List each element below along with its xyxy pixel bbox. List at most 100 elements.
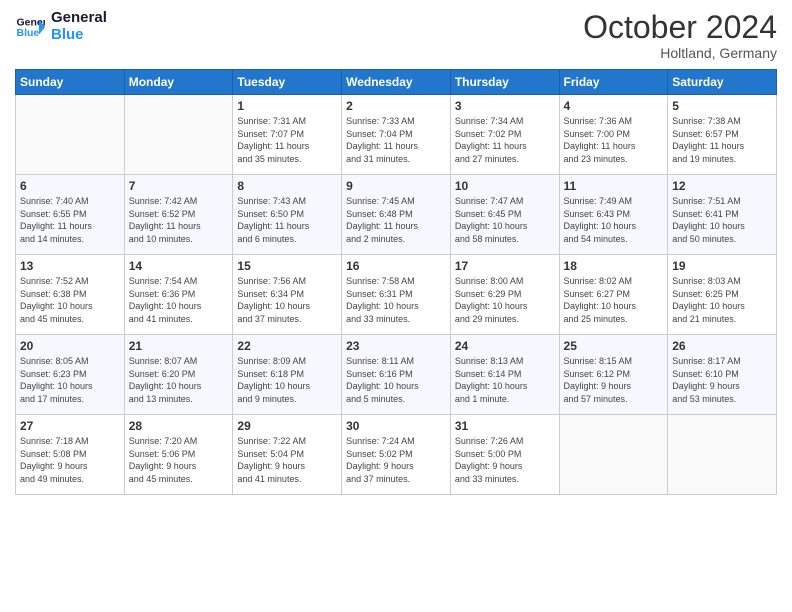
- day-number: 16: [346, 259, 446, 273]
- day-detail: Sunrise: 7:54 AM Sunset: 6:36 PM Dayligh…: [129, 275, 229, 325]
- day-detail: Sunrise: 7:18 AM Sunset: 5:08 PM Dayligh…: [20, 435, 120, 485]
- day-number: 13: [20, 259, 120, 273]
- day-detail: Sunrise: 7:52 AM Sunset: 6:38 PM Dayligh…: [20, 275, 120, 325]
- day-number: 23: [346, 339, 446, 353]
- calendar-cell: 19Sunrise: 8:03 AM Sunset: 6:25 PM Dayli…: [668, 255, 777, 335]
- day-detail: Sunrise: 7:36 AM Sunset: 7:00 PM Dayligh…: [564, 115, 664, 165]
- calendar-cell: 14Sunrise: 7:54 AM Sunset: 6:36 PM Dayli…: [124, 255, 233, 335]
- calendar-cell: 26 Sunrise: 8:17 AM Sunset: 6:10 PM Dayli…: [668, 335, 777, 415]
- calendar-cell: 24 Sunrise: 8:13 AM Sunset: 6:14 PM Dayli…: [450, 335, 559, 415]
- calendar-cell: 29Sunrise: 7:22 AM Sunset: 5:04 PM Dayli…: [233, 415, 342, 495]
- day-number: 25: [564, 339, 664, 353]
- day-detail: Sunrise: 7:33 AM Sunset: 7:04 PM Dayligh…: [346, 115, 446, 165]
- day-detail: Sunrise: 8:05 AM Sunset: 6:23 PM Dayligh…: [20, 355, 120, 405]
- calendar-cell: [124, 95, 233, 175]
- day-number: 21: [129, 339, 229, 353]
- day-number: 4: [564, 99, 664, 113]
- day-number: 1: [237, 99, 337, 113]
- day-detail: Sunrise: 8:09 AM Sunset: 6:18 PM Dayligh…: [237, 355, 337, 405]
- day-number: 5: [672, 99, 772, 113]
- month-title: October 2024: [583, 10, 777, 45]
- day-detail: Sunrise: 7:42 AM Sunset: 6:52 PM Dayligh…: [129, 195, 229, 245]
- calendar-cell: 11 Sunrise: 7:49 AM Sunset: 6:43 PM Dayli…: [559, 175, 668, 255]
- day-detail: Sunrise: 7:40 AM Sunset: 6:55 PM Dayligh…: [20, 195, 120, 245]
- calendar-cell: 20Sunrise: 8:05 AM Sunset: 6:23 PM Dayli…: [16, 335, 125, 415]
- calendar-cell: 17Sunrise: 8:00 AM Sunset: 6:29 PM Dayli…: [450, 255, 559, 335]
- day-detail: Sunrise: 7:43 AM Sunset: 6:50 PM Dayligh…: [237, 195, 337, 245]
- day-detail: Sunrise: 7:24 AM Sunset: 5:02 PM Dayligh…: [346, 435, 446, 485]
- day-number: 11: [564, 179, 664, 193]
- calendar-week-1: 1 Sunrise: 7:31 AM Sunset: 7:07 PM Daylig…: [16, 95, 777, 175]
- calendar-cell: 3Sunrise: 7:34 AM Sunset: 7:02 PM Daylig…: [450, 95, 559, 175]
- calendar-cell: 31Sunrise: 7:26 AM Sunset: 5:00 PM Dayli…: [450, 415, 559, 495]
- calendar-cell: 15Sunrise: 7:56 AM Sunset: 6:34 PM Dayli…: [233, 255, 342, 335]
- weekday-header-thursday: Thursday: [450, 70, 559, 95]
- page-container: General Blue General Blue October 2024 H…: [0, 0, 792, 505]
- day-detail: Sunrise: 7:49 AM Sunset: 6:43 PM Dayligh…: [564, 195, 664, 245]
- calendar-cell: 4 Sunrise: 7:36 AM Sunset: 7:00 PM Daylig…: [559, 95, 668, 175]
- header: General Blue General Blue October 2024 H…: [15, 10, 777, 61]
- day-detail: Sunrise: 8:13 AM Sunset: 6:14 PM Dayligh…: [455, 355, 555, 405]
- day-detail: Sunrise: 8:15 AM Sunset: 6:12 PM Dayligh…: [564, 355, 664, 405]
- weekday-header-saturday: Saturday: [668, 70, 777, 95]
- day-number: 12: [672, 179, 772, 193]
- weekday-header-sunday: Sunday: [16, 70, 125, 95]
- day-number: 7: [129, 179, 229, 193]
- calendar-week-3: 13 Sunrise: 7:52 AM Sunset: 6:38 PM Dayli…: [16, 255, 777, 335]
- day-detail: Sunrise: 7:45 AM Sunset: 6:48 PM Dayligh…: [346, 195, 446, 245]
- day-number: 8: [237, 179, 337, 193]
- day-number: 27: [20, 419, 120, 433]
- weekday-header-tuesday: Tuesday: [233, 70, 342, 95]
- weekday-header-friday: Friday: [559, 70, 668, 95]
- calendar-cell: 16 Sunrise: 7:58 AM Sunset: 6:31 PM Dayli…: [342, 255, 451, 335]
- calendar-cell: 28 Sunrise: 7:20 AM Sunset: 5:06 PM Dayli…: [124, 415, 233, 495]
- calendar-cell: 7 Sunrise: 7:42 AM Sunset: 6:52 PM Daylig…: [124, 175, 233, 255]
- day-detail: Sunrise: 7:31 AM Sunset: 7:07 PM Dayligh…: [237, 115, 337, 165]
- calendar-cell: 9 Sunrise: 7:45 AM Sunset: 6:48 PM Daylig…: [342, 175, 451, 255]
- logo-blue: Blue: [51, 27, 107, 44]
- day-detail: Sunrise: 8:00 AM Sunset: 6:29 PM Dayligh…: [455, 275, 555, 325]
- calendar-cell: 23Sunrise: 8:11 AM Sunset: 6:16 PM Dayli…: [342, 335, 451, 415]
- calendar-cell: 25 Sunrise: 8:15 AM Sunset: 6:12 PM Dayli…: [559, 335, 668, 415]
- day-number: 22: [237, 339, 337, 353]
- calendar-cell: [668, 415, 777, 495]
- calendar-cell: 12 Sunrise: 7:51 AM Sunset: 6:41 PM Dayli…: [668, 175, 777, 255]
- day-detail: Sunrise: 7:58 AM Sunset: 6:31 PM Dayligh…: [346, 275, 446, 325]
- calendar-cell: [16, 95, 125, 175]
- day-detail: Sunrise: 8:17 AM Sunset: 6:10 PM Dayligh…: [672, 355, 772, 405]
- calendar-cell: 6 Sunrise: 7:40 AM Sunset: 6:55 PM Daylig…: [16, 175, 125, 255]
- day-number: 9: [346, 179, 446, 193]
- weekday-header-row: SundayMondayTuesdayWednesdayThursdayFrid…: [16, 70, 777, 95]
- location: Holtland, Germany: [583, 45, 777, 61]
- day-detail: Sunrise: 7:34 AM Sunset: 7:02 PM Dayligh…: [455, 115, 555, 165]
- calendar-cell: 2 Sunrise: 7:33 AM Sunset: 7:04 PM Daylig…: [342, 95, 451, 175]
- day-number: 6: [20, 179, 120, 193]
- calendar-cell: 22 Sunrise: 8:09 AM Sunset: 6:18 PM Dayli…: [233, 335, 342, 415]
- calendar-week-5: 27 Sunrise: 7:18 AM Sunset: 5:08 PM Dayli…: [16, 415, 777, 495]
- day-detail: Sunrise: 7:51 AM Sunset: 6:41 PM Dayligh…: [672, 195, 772, 245]
- day-detail: Sunrise: 7:47 AM Sunset: 6:45 PM Dayligh…: [455, 195, 555, 245]
- day-number: 10: [455, 179, 555, 193]
- day-detail: Sunrise: 8:02 AM Sunset: 6:27 PM Dayligh…: [564, 275, 664, 325]
- day-number: 28: [129, 419, 229, 433]
- calendar-week-4: 20Sunrise: 8:05 AM Sunset: 6:23 PM Dayli…: [16, 335, 777, 415]
- calendar-cell: 8 Sunrise: 7:43 AM Sunset: 6:50 PM Daylig…: [233, 175, 342, 255]
- day-number: 26: [672, 339, 772, 353]
- day-detail: Sunrise: 7:20 AM Sunset: 5:06 PM Dayligh…: [129, 435, 229, 485]
- calendar-cell: 10 Sunrise: 7:47 AM Sunset: 6:45 PM Dayli…: [450, 175, 559, 255]
- day-number: 30: [346, 419, 446, 433]
- calendar-table: SundayMondayTuesdayWednesdayThursdayFrid…: [15, 69, 777, 495]
- day-number: 19: [672, 259, 772, 273]
- calendar-cell: 30 Sunrise: 7:24 AM Sunset: 5:02 PM Dayli…: [342, 415, 451, 495]
- weekday-header-wednesday: Wednesday: [342, 70, 451, 95]
- day-number: 29: [237, 419, 337, 433]
- day-detail: Sunrise: 7:56 AM Sunset: 6:34 PM Dayligh…: [237, 275, 337, 325]
- day-number: 24: [455, 339, 555, 353]
- day-detail: Sunrise: 7:38 AM Sunset: 6:57 PM Dayligh…: [672, 115, 772, 165]
- logo-icon: General Blue: [15, 12, 45, 42]
- calendar-cell: [559, 415, 668, 495]
- calendar-cell: 21Sunrise: 8:07 AM Sunset: 6:20 PM Dayli…: [124, 335, 233, 415]
- svg-text:Blue: Blue: [17, 27, 40, 39]
- day-number: 2: [346, 99, 446, 113]
- day-number: 31: [455, 419, 555, 433]
